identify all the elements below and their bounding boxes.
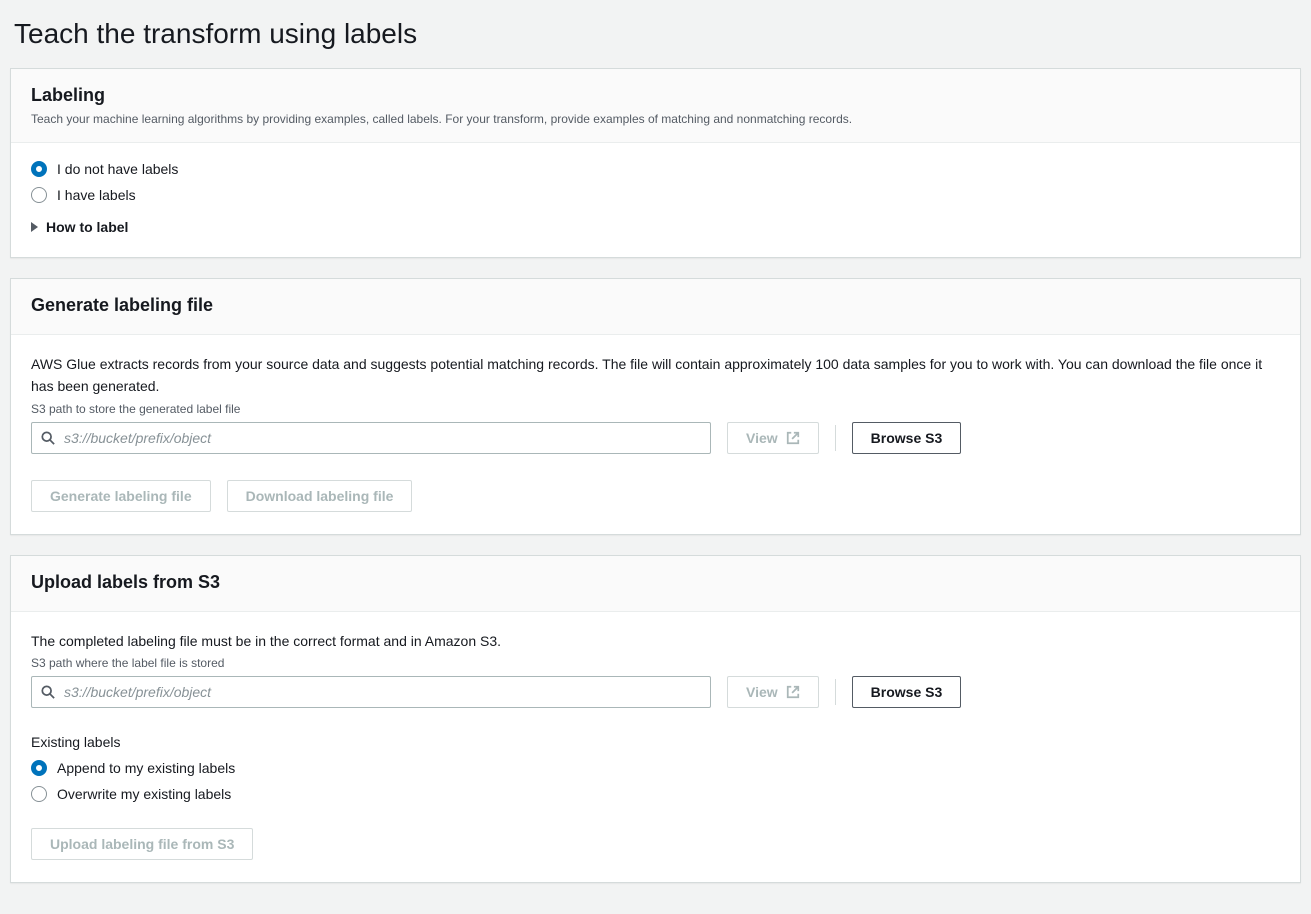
radio-no-labels-label: I do not have labels (57, 161, 178, 177)
upload-body: The completed labeling file must be in t… (11, 612, 1300, 882)
upload-s3-input[interactable] (31, 676, 711, 708)
labeling-title: Labeling (31, 85, 1280, 106)
generate-header: Generate labeling file (11, 279, 1300, 335)
radio-append-label: Append to my existing labels (57, 760, 235, 776)
how-to-label-label: How to label (46, 219, 128, 235)
generate-view-button[interactable]: View (727, 422, 819, 454)
generate-button-row: Generate labeling file Download labeling… (31, 480, 1280, 512)
labeling-body: I do not have labels I have labels How t… (11, 143, 1300, 257)
generate-description: AWS Glue extracts records from your sour… (31, 353, 1280, 398)
generate-browse-label: Browse S3 (871, 430, 943, 446)
generate-view-label: View (746, 430, 778, 446)
radio-overwrite[interactable]: Overwrite my existing labels (31, 786, 1280, 802)
generate-s3-label: S3 path to store the generated label fil… (31, 402, 1280, 416)
external-link-icon (786, 431, 800, 445)
search-icon (41, 431, 55, 445)
generate-s3-input-wrap (31, 422, 711, 454)
radio-selected-icon (31, 760, 47, 776)
radio-have-labels-label: I have labels (57, 187, 136, 203)
upload-view-button[interactable]: View (727, 676, 819, 708)
upload-browse-button[interactable]: Browse S3 (852, 676, 962, 708)
upload-browse-label: Browse S3 (871, 684, 943, 700)
upload-button-row: Upload labeling file from S3 (31, 828, 1280, 860)
radio-overwrite-label: Overwrite my existing labels (57, 786, 231, 802)
labeling-panel: Labeling Teach your machine learning alg… (10, 68, 1301, 258)
radio-unselected-icon (31, 187, 47, 203)
how-to-label-toggle[interactable]: How to label (31, 219, 1280, 235)
download-file-label: Download labeling file (246, 488, 394, 504)
generate-browse-button[interactable]: Browse S3 (852, 422, 962, 454)
search-icon (41, 685, 55, 699)
radio-have-labels[interactable]: I have labels (31, 187, 1280, 203)
download-file-button[interactable]: Download labeling file (227, 480, 413, 512)
radio-unselected-icon (31, 786, 47, 802)
page-title: Teach the transform using labels (14, 18, 1301, 50)
upload-view-label: View (746, 684, 778, 700)
generate-title: Generate labeling file (31, 295, 1280, 316)
radio-no-labels[interactable]: I do not have labels (31, 161, 1280, 177)
generate-file-label: Generate labeling file (50, 488, 192, 504)
upload-panel: Upload labels from S3 The completed labe… (10, 555, 1301, 883)
upload-file-button[interactable]: Upload labeling file from S3 (31, 828, 253, 860)
generate-s3-input[interactable] (31, 422, 711, 454)
labeling-subtitle: Teach your machine learning algorithms b… (31, 110, 1280, 128)
divider (835, 425, 836, 451)
upload-input-row: View Browse S3 (31, 676, 1280, 708)
upload-file-label: Upload labeling file from S3 (50, 836, 234, 852)
divider (835, 679, 836, 705)
generate-body: AWS Glue extracts records from your sour… (11, 335, 1300, 534)
upload-description: The completed labeling file must be in t… (31, 630, 1280, 652)
generate-panel: Generate labeling file AWS Glue extracts… (10, 278, 1301, 535)
generate-file-button[interactable]: Generate labeling file (31, 480, 211, 512)
existing-labels-label: Existing labels (31, 734, 1280, 750)
labeling-header: Labeling Teach your machine learning alg… (11, 69, 1300, 143)
radio-append[interactable]: Append to my existing labels (31, 760, 1280, 776)
radio-selected-icon (31, 161, 47, 177)
upload-s3-input-wrap (31, 676, 711, 708)
upload-header: Upload labels from S3 (11, 556, 1300, 612)
upload-title: Upload labels from S3 (31, 572, 1280, 593)
generate-input-row: View Browse S3 (31, 422, 1280, 454)
upload-s3-label: S3 path where the label file is stored (31, 656, 1280, 670)
external-link-icon (786, 685, 800, 699)
triangle-right-icon (31, 222, 38, 232)
